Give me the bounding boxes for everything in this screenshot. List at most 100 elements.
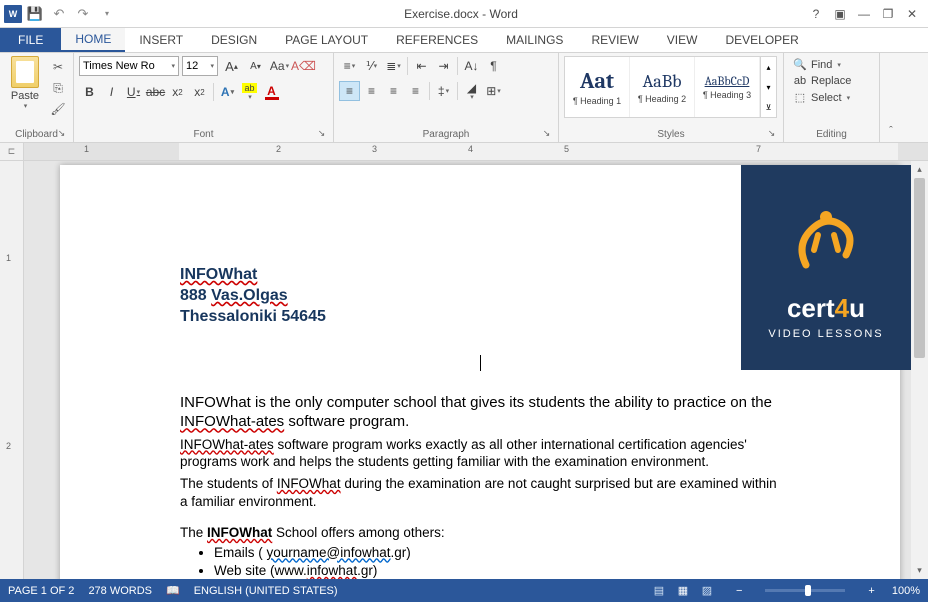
clear-formatting-icon[interactable]: A⌫ bbox=[293, 56, 314, 76]
chevron-down-icon: ▾ bbox=[24, 102, 28, 110]
zoom-slider[interactable] bbox=[765, 589, 845, 592]
horizontal-ruler[interactable]: 1 2 3 4 5 7 bbox=[24, 143, 928, 161]
shading-button[interactable]: ◢▾ bbox=[461, 81, 482, 101]
zoom-out-button[interactable]: − bbox=[733, 585, 745, 597]
view-buttons: ▤ ▦ ▨ bbox=[647, 582, 719, 600]
zoom-in-button[interactable]: + bbox=[865, 585, 877, 597]
find-button[interactable]: 🔍Find▾ bbox=[789, 56, 845, 73]
bullets-button[interactable]: ≡▾ bbox=[339, 56, 360, 76]
align-center-button[interactable]: ≡ bbox=[361, 81, 382, 101]
tab-references[interactable]: REFERENCES bbox=[382, 28, 492, 52]
restore-icon[interactable]: ❐ bbox=[876, 3, 900, 25]
tab-insert[interactable]: INSERT bbox=[125, 28, 197, 52]
style-heading2[interactable]: AaBb ¶ Heading 2 bbox=[630, 57, 695, 117]
tab-file[interactable]: FILE bbox=[0, 28, 61, 52]
sort-button[interactable]: A↓ bbox=[461, 56, 482, 76]
font-size-select[interactable]: 12▾ bbox=[182, 56, 218, 76]
underline-button[interactable]: U▾ bbox=[123, 82, 144, 102]
dialog-launcher-icon[interactable]: ↘ bbox=[540, 127, 553, 140]
style-heading1[interactable]: Aat ¶ Heading 1 bbox=[565, 57, 630, 117]
chevron-down-icon: ▾ bbox=[171, 62, 175, 70]
align-right-button[interactable]: ≡ bbox=[383, 81, 404, 101]
dialog-launcher-icon[interactable]: ↘ bbox=[55, 127, 68, 140]
status-language[interactable]: ENGLISH (UNITED STATES) bbox=[194, 585, 338, 597]
tab-home[interactable]: HOME bbox=[61, 28, 125, 52]
cut-icon[interactable]: ✂ bbox=[48, 58, 68, 76]
read-mode-icon[interactable]: ▤ bbox=[647, 582, 671, 600]
style-preview: Aat bbox=[580, 68, 614, 94]
scroll-up-icon[interactable]: ▴ bbox=[911, 161, 928, 178]
close-icon[interactable]: ✕ bbox=[900, 3, 924, 25]
status-words[interactable]: 278 WORDS bbox=[88, 585, 152, 597]
multilevel-list-button[interactable]: ≣▾ bbox=[383, 56, 404, 76]
superscript-button[interactable]: x2 bbox=[189, 82, 210, 102]
zoom-level[interactable]: 100% bbox=[892, 585, 920, 597]
help-icon[interactable]: ? bbox=[804, 3, 828, 25]
style-heading3[interactable]: AaBbCcD ¶ Heading 3 bbox=[695, 57, 760, 117]
paste-button[interactable]: Paste ▾ bbox=[5, 56, 45, 110]
styles-row-down-icon[interactable]: ▾ bbox=[761, 80, 776, 94]
quick-access-toolbar: W 💾 ↶ ↷ ▾ bbox=[0, 3, 118, 25]
proofing-icon[interactable]: 📖 bbox=[166, 584, 180, 597]
qat-customize-icon[interactable]: ▾ bbox=[96, 3, 118, 25]
scroll-thumb[interactable] bbox=[914, 178, 925, 358]
ruler-tick: 3 bbox=[372, 144, 377, 154]
bold-button[interactable]: B bbox=[79, 82, 100, 102]
dialog-launcher-icon[interactable]: ↘ bbox=[765, 127, 778, 140]
line-spacing-button[interactable]: ‡▾ bbox=[433, 81, 454, 101]
justify-button[interactable]: ≡ bbox=[405, 81, 426, 101]
format-painter-icon[interactable]: 🖌 bbox=[48, 100, 68, 118]
change-case-button[interactable]: Aa▾ bbox=[269, 56, 290, 76]
show-marks-button[interactable]: ¶ bbox=[483, 56, 504, 76]
web-layout-icon[interactable]: ▨ bbox=[695, 582, 719, 600]
status-page[interactable]: PAGE 1 OF 2 bbox=[8, 585, 74, 597]
scroll-track[interactable] bbox=[911, 178, 928, 562]
collapse-ribbon-icon[interactable]: ˆ bbox=[880, 53, 902, 141]
ruler-row: ⊏ 1 2 3 4 5 7 bbox=[0, 143, 928, 161]
tab-page-layout[interactable]: PAGE LAYOUT bbox=[271, 28, 382, 52]
group-styles-label: Styles↘ bbox=[564, 127, 778, 140]
shrink-font-button[interactable]: A▾ bbox=[245, 56, 266, 76]
scroll-down-icon[interactable]: ▾ bbox=[911, 562, 928, 579]
styles-expand-icon[interactable]: ⊻ bbox=[761, 100, 776, 114]
numbering-button[interactable]: ⅟▾ bbox=[361, 56, 382, 76]
align-left-button[interactable]: ≡ bbox=[339, 81, 360, 101]
ruler-corner: ⊏ bbox=[0, 143, 24, 161]
replace-icon: ab bbox=[793, 75, 807, 87]
highlight-button[interactable]: ab▾ bbox=[239, 82, 260, 102]
borders-button[interactable]: ⊞▾ bbox=[483, 81, 504, 101]
tab-design[interactable]: DESIGN bbox=[197, 28, 271, 52]
vertical-ruler[interactable]: 1 2 bbox=[0, 161, 24, 579]
style-label: ¶ Heading 2 bbox=[638, 94, 686, 104]
ruler-tick: 1 bbox=[6, 253, 11, 263]
paragraph-1: INFOWhat is the only computer school tha… bbox=[180, 393, 780, 432]
tab-review[interactable]: REVIEW bbox=[577, 28, 652, 52]
replace-button[interactable]: abReplace bbox=[789, 73, 855, 89]
print-layout-icon[interactable]: ▦ bbox=[671, 582, 695, 600]
tab-view[interactable]: VIEW bbox=[653, 28, 712, 52]
redo-icon[interactable]: ↷ bbox=[72, 3, 94, 25]
tab-mailings[interactable]: MAILINGS bbox=[492, 28, 577, 52]
decrease-indent-button[interactable]: ⇤ bbox=[411, 56, 432, 76]
italic-button[interactable]: I bbox=[101, 82, 122, 102]
save-icon[interactable]: 💾 bbox=[24, 3, 46, 25]
styles-row-up-icon[interactable]: ▴ bbox=[761, 60, 776, 74]
header-line-1: INFOWhat bbox=[180, 266, 257, 283]
grow-font-button[interactable]: A▴ bbox=[221, 56, 242, 76]
font-name-select[interactable]: Times New Ro▾ bbox=[79, 56, 179, 76]
find-label: Find bbox=[811, 59, 832, 71]
subscript-button[interactable]: x2 bbox=[167, 82, 188, 102]
copy-icon[interactable]: ⎘ bbox=[48, 79, 68, 97]
zoom-thumb[interactable] bbox=[805, 585, 811, 596]
ribbon-display-icon[interactable]: ▣ bbox=[828, 3, 852, 25]
font-color-button[interactable]: A bbox=[261, 82, 282, 102]
minimize-icon[interactable]: — bbox=[852, 3, 876, 25]
undo-icon[interactable]: ↶ bbox=[48, 3, 70, 25]
dialog-launcher-icon[interactable]: ↘ bbox=[315, 127, 328, 140]
strikethrough-button[interactable]: abc bbox=[145, 82, 166, 102]
increase-indent-button[interactable]: ⇥ bbox=[433, 56, 454, 76]
tab-developer[interactable]: DEVELOPER bbox=[711, 28, 812, 52]
paragraph-3: The students of INFOWhat during the exam… bbox=[180, 475, 780, 510]
select-button[interactable]: ⬚Select▾ bbox=[789, 89, 854, 106]
text-effects-button[interactable]: A▾ bbox=[217, 82, 238, 102]
